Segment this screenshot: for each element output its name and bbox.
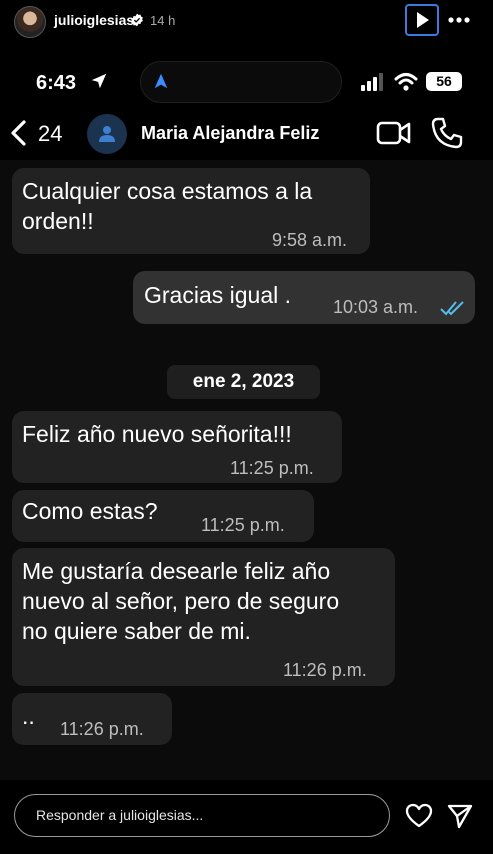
reply-placeholder[interactable]: Responder a julioiglesias...	[36, 807, 203, 823]
message-text: Cualquier cosa estamos a la orden!!	[22, 178, 313, 234]
more-options-icon[interactable]	[446, 8, 472, 32]
send-icon[interactable]	[446, 802, 474, 830]
story-time-ago: 14 h	[150, 13, 176, 28]
message-time: 10:03 a.m.	[333, 297, 419, 317]
message-bubble[interactable]: Feliz año nuevo señorita!!! 11:25 p.m.	[12, 411, 342, 483]
message-bubble[interactable]: Cualquier cosa estamos a la orden!! 9:58…	[12, 168, 370, 254]
phone-call-icon[interactable]	[430, 116, 464, 150]
navigation-arrow-icon	[154, 73, 168, 89]
location-arrow-icon	[91, 73, 107, 89]
status-time: 6:43	[36, 72, 77, 94]
date-separator: ene 2, 2023	[167, 365, 320, 399]
verified-badge-icon	[131, 13, 143, 27]
story-avatar[interactable]	[14, 6, 46, 38]
play-icon	[417, 12, 429, 28]
battery-indicator: 56	[426, 72, 462, 91]
dynamic-island	[140, 61, 342, 103]
message-time: 11:26 p.m.	[60, 719, 144, 739]
video-call-icon[interactable]	[376, 118, 412, 148]
message-text: Feliz año nuevo señorita!!!	[22, 421, 292, 447]
message-time: 11:25 p.m.	[230, 458, 314, 478]
contact-name[interactable]: Maria Alejandra Feliz	[141, 123, 319, 144]
outgoing-message-bubble[interactable]: Gracias igual . 10:03 a.m.	[133, 271, 475, 324]
heart-icon[interactable]	[405, 802, 433, 830]
read-receipt-icon	[440, 301, 464, 316]
person-icon	[99, 126, 115, 142]
message-time: 11:25 p.m.	[201, 515, 285, 535]
wifi-icon	[394, 73, 418, 91]
message-text: Gracias igual .	[144, 282, 292, 308]
message-bubble[interactable]: .. 11:26 p.m.	[12, 693, 172, 745]
message-bubble[interactable]: Me gustaría desearle feliz año nuevo al …	[12, 548, 395, 686]
chat-area: Cualquier cosa estamos a la orden!! 9:58…	[0, 160, 493, 780]
unread-count[interactable]: 24	[38, 121, 62, 147]
contact-avatar[interactable]	[87, 114, 127, 154]
message-bubble[interactable]: Como estas? 11:25 p.m.	[12, 490, 314, 542]
message-text: Me gustaría desearle feliz año nuevo al …	[22, 558, 340, 644]
message-time: 11:26 p.m.	[283, 660, 367, 680]
back-chevron-icon[interactable]	[8, 119, 28, 147]
message-time: 9:58 a.m.	[272, 230, 348, 250]
message-text: Como estas?	[22, 498, 158, 524]
play-button[interactable]	[405, 4, 439, 36]
signal-icon	[361, 73, 383, 91]
message-text: ..	[22, 703, 35, 729]
story-username[interactable]: julioiglesias	[54, 12, 134, 28]
